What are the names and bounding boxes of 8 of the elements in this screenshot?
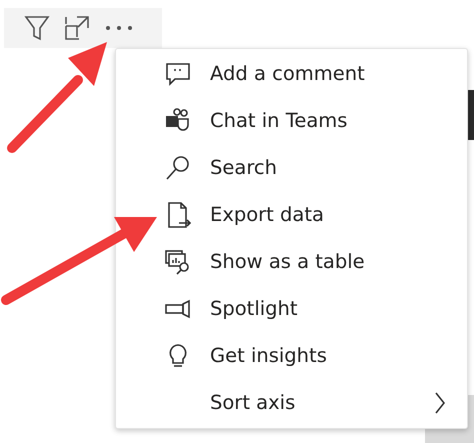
menu-item[interactable]: Chat in Teams: [116, 97, 467, 144]
menu-item[interactable]: Search: [116, 144, 467, 191]
menu-item[interactable]: Add a comment: [116, 50, 467, 97]
menu-item[interactable]: Show as a table: [116, 238, 467, 285]
menu-item[interactable]: Get insights: [116, 332, 467, 379]
menu-item[interactable]: Spotlight: [116, 285, 467, 332]
menu-item[interactable]: Export data: [116, 191, 467, 238]
menu-item[interactable]: Sort axis: [116, 379, 467, 426]
